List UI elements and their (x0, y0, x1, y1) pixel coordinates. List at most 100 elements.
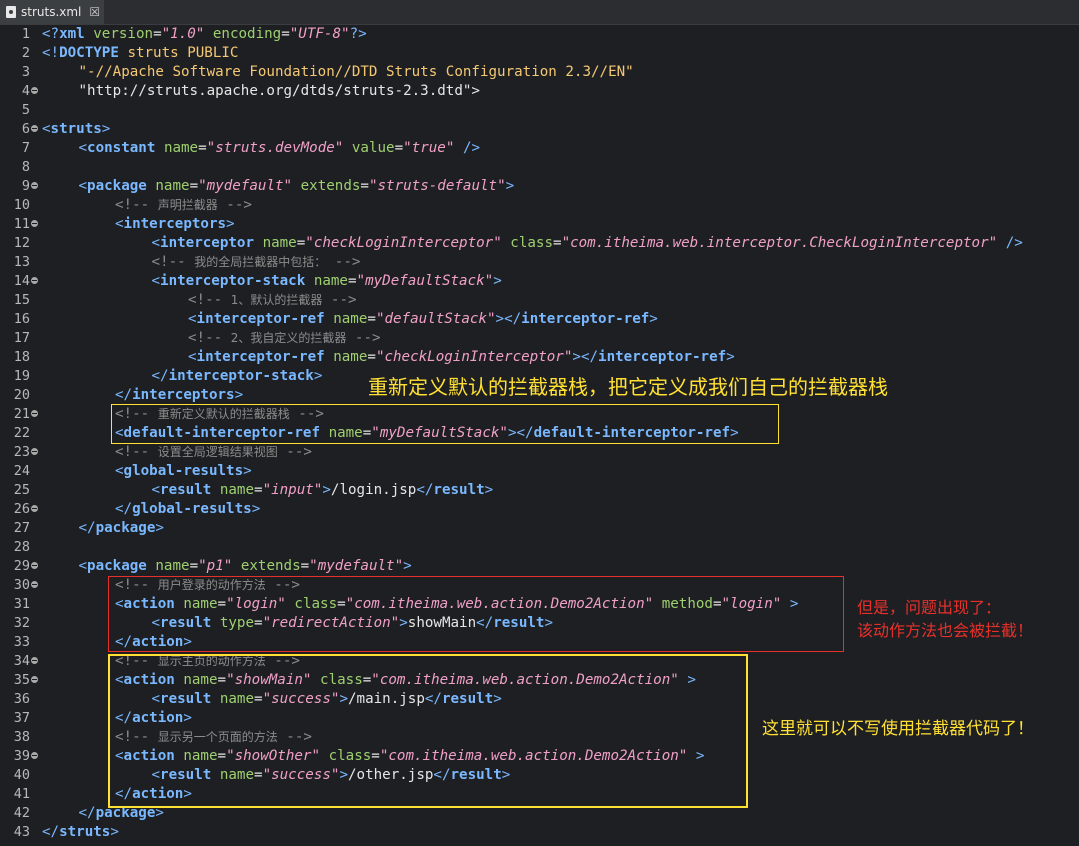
code-token: --> (277, 444, 312, 460)
close-icon[interactable]: ☒ (89, 5, 100, 19)
line-number: 4 (21, 83, 30, 99)
fold-collapse-icon[interactable] (31, 448, 38, 455)
code-token: value (351, 140, 395, 156)
code-token: </ (115, 387, 133, 403)
code-text: <package name="p1" extends="mydefault"> (42, 557, 412, 576)
code-token: method (661, 596, 713, 612)
code-text: "-//Apache Software Foundation//DTD Stru… (42, 63, 634, 82)
code-token: result (441, 691, 494, 707)
code-token: <!-- (115, 197, 158, 213)
code-token: </ (580, 349, 599, 365)
code-line[interactable]: 36 <result name="success">/main.jsp</resu… (0, 690, 1079, 709)
code-token: </ (433, 767, 451, 783)
line-number: 10 (13, 197, 30, 213)
fold-collapse-icon[interactable] (31, 562, 38, 569)
fold-collapse-icon[interactable] (31, 410, 38, 417)
code-line[interactable]: 12 <interceptor name="checkLoginIntercept… (0, 234, 1079, 253)
fold-collapse-icon[interactable] (31, 182, 38, 189)
code-token: = (394, 140, 404, 156)
fold-collapse-icon[interactable] (31, 657, 38, 664)
code-line[interactable]: 8 (0, 158, 1079, 177)
code-token: extends (300, 178, 361, 194)
fold-collapse-icon[interactable] (31, 676, 38, 683)
code-token: class (320, 672, 363, 688)
code-line[interactable]: 7 <constant name="struts.devMode" value="… (0, 139, 1079, 158)
code-token: > (110, 824, 119, 840)
code-line[interactable]: 40 <result name="success">/other.jsp</res… (0, 766, 1079, 785)
tab-struts-xml[interactable]: struts.xml ☒ (0, 0, 104, 24)
code-line[interactable]: 15 <!-- 1、默认的拦截器 --> (0, 291, 1079, 310)
code-line[interactable]: 27 </package> (0, 519, 1079, 538)
code-token: interceptor-ref (521, 311, 650, 327)
code-line[interactable]: 11 <interceptors> (0, 215, 1079, 234)
line-number: 33 (13, 634, 30, 650)
code-token: "struts.devMode" (206, 140, 344, 156)
code-token: = (254, 691, 263, 707)
code-token: </ (504, 311, 522, 327)
fold-collapse-icon[interactable] (31, 505, 38, 512)
line-number: 3 (21, 64, 30, 80)
code-line[interactable]: 10 <!-- 声明拦截器 --> (0, 196, 1079, 215)
code-text: <global-results> (42, 462, 252, 481)
line-number: 34 (13, 653, 30, 669)
code-line[interactable]: 17 <!-- 2、我自定义的拦截器 --> (0, 329, 1079, 348)
code-line[interactable]: 16 <interceptor-ref name="defaultStack"><… (0, 310, 1079, 329)
fold-collapse-icon[interactable] (31, 752, 38, 759)
code-token: = (712, 596, 722, 612)
line-number: 25 (13, 482, 30, 498)
code-token: name (219, 767, 255, 783)
code-line[interactable]: 25 <result name="input">/login.jsp</resul… (0, 481, 1079, 500)
code-line[interactable]: 35 <action name="showMain" class="com.ith… (0, 671, 1079, 690)
code-line[interactable]: 42 </package> (0, 804, 1079, 823)
code-text: <!-- 显示主页的动作方法 --> (42, 652, 300, 671)
code-line[interactable]: 22 <default-interceptor-ref name="myDefau… (0, 424, 1079, 443)
code-line[interactable]: 13 <!-- 我的全局拦截器中包括： --> (0, 253, 1079, 272)
line-number: 22 (13, 425, 30, 441)
fold-collapse-icon[interactable] (31, 277, 38, 284)
code-line[interactable]: 21 <!-- 重新定义默认的拦截器栈 --> (0, 405, 1079, 424)
code-token: "com.itheima.web.action.Demo2Action" (379, 748, 688, 764)
code-token: <!-- (115, 653, 158, 669)
code-token: </ (516, 425, 534, 441)
code-line[interactable]: 41 </action> (0, 785, 1079, 804)
code-line[interactable]: 28 (0, 538, 1079, 557)
code-line[interactable]: 34 <!-- 显示主页的动作方法 --> (0, 652, 1079, 671)
code-text: <package name="mydefault" extends="strut… (42, 177, 515, 196)
code-line[interactable]: 9 <package name="mydefault" extends="stru… (0, 177, 1079, 196)
code-line[interactable]: 24 <global-results> (0, 462, 1079, 481)
fold-collapse-icon[interactable] (31, 581, 38, 588)
code-line[interactable]: 1 <?xml version="1.0" encoding="UTF-8"?> (0, 25, 1079, 44)
code-line[interactable]: 39 <action name="showOther" class="com.it… (0, 747, 1079, 766)
fold-collapse-icon[interactable] (31, 125, 38, 132)
code-line[interactable]: 18 <interceptor-ref name="checkLoginInter… (0, 348, 1079, 367)
line-number: 2 (21, 45, 30, 61)
code-token: </ (115, 634, 133, 650)
code-line[interactable]: 29 <package name="p1" extends="mydefault"… (0, 557, 1079, 576)
code-line[interactable]: 26 </global-results> (0, 500, 1079, 519)
code-token: "login" (226, 596, 286, 612)
code-text: <!-- 显示另一个页面的方法 --> (42, 728, 312, 747)
code-token: ?> (349, 26, 367, 42)
code-token: > (484, 482, 494, 498)
code-line[interactable]: 43 </struts> (0, 823, 1079, 842)
code-line[interactable]: 5 (0, 101, 1079, 120)
fold-collapse-icon[interactable] (31, 87, 38, 94)
code-text: <default-interceptor-ref name="myDefault… (42, 424, 739, 443)
code-token: = (367, 311, 376, 327)
code-token: > (403, 558, 412, 574)
code-line[interactable]: 6 <struts> (0, 120, 1079, 139)
code-line[interactable]: 4 "http://struts.apache.org/dtds/struts-2… (0, 82, 1079, 101)
code-token: = (300, 558, 310, 574)
code-line[interactable]: 14 <interceptor-stack name="myDefaultStac… (0, 272, 1079, 291)
fold-collapse-icon[interactable] (31, 220, 38, 227)
code-line[interactable]: 2 <!DOCTYPE struts PUBLIC (0, 44, 1079, 63)
annotation-problem-line2: 该动作方法也会被拦截！ (857, 621, 1034, 640)
code-token: > (399, 615, 408, 631)
code-token: > (101, 121, 111, 137)
code-line[interactable]: 23 <!-- 设置全局逻辑结果视图 --> (0, 443, 1079, 462)
code-line[interactable]: 3 "-//Apache Software Foundation//DTD Str… (0, 63, 1079, 82)
code-line[interactable]: 30 <!-- 用户登录的动作方法 --> (0, 576, 1079, 595)
